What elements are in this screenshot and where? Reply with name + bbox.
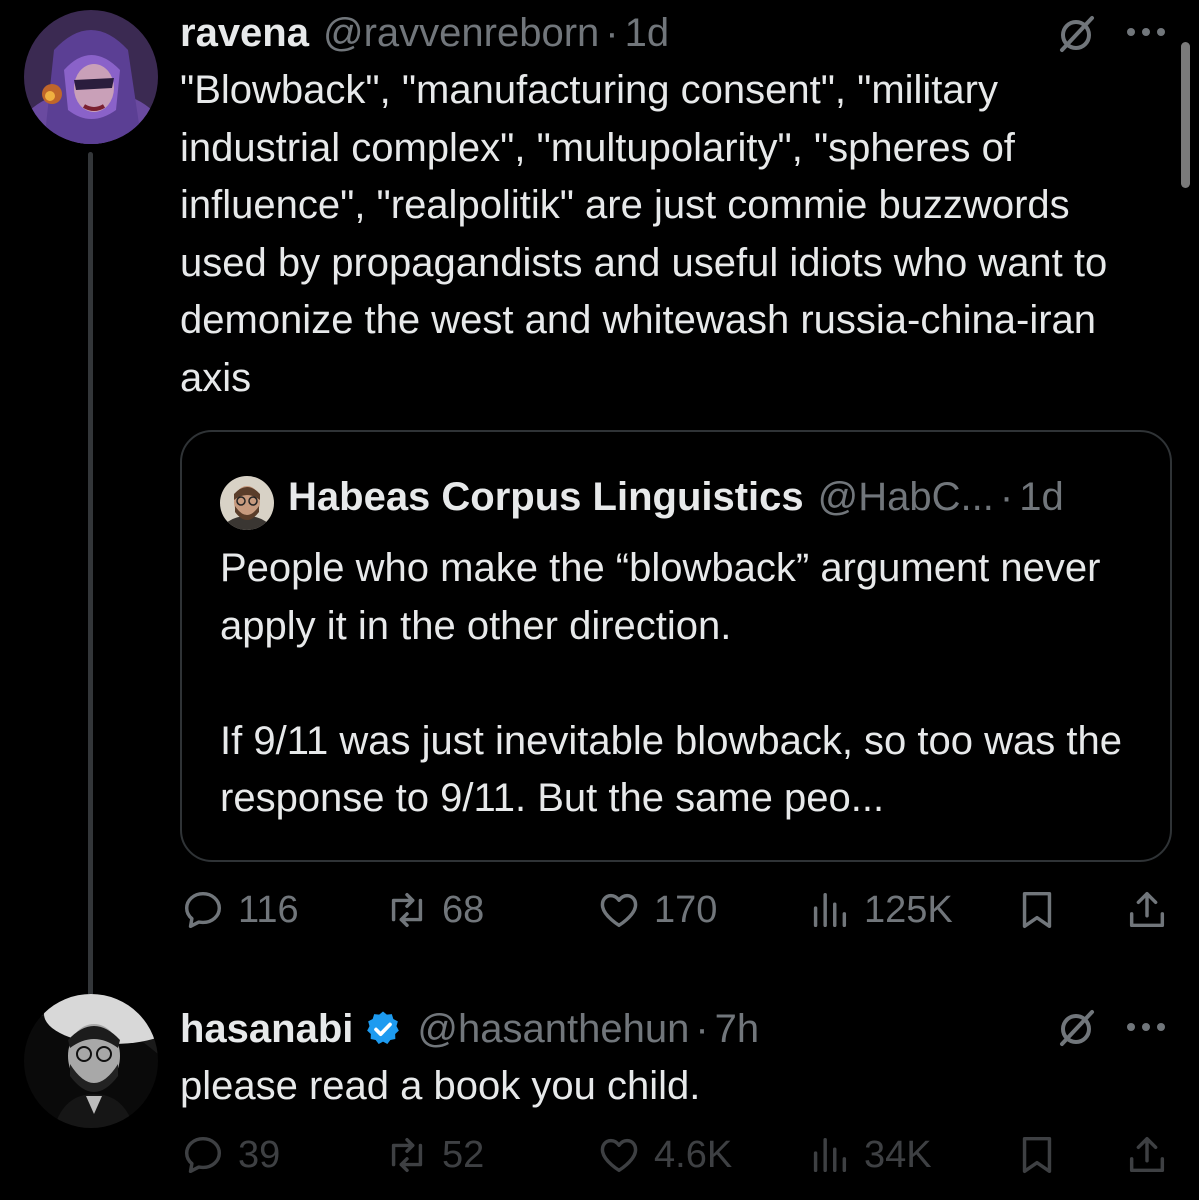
display-name[interactable]: ravena [180,11,309,56]
like-button[interactable]: 4.6K [596,1130,732,1180]
like-button[interactable]: 170 [596,885,717,935]
bar-chart-icon [813,1137,847,1173]
action-bar: 39 52 4.6K 34K [180,1130,1170,1180]
bookmark-button[interactable] [1014,1130,1060,1180]
share-upload-icon [1129,891,1165,928]
quote-display-name[interactable]: Habeas Corpus Linguistics [288,475,804,520]
avatar-ravena[interactable] [24,10,158,144]
reply-count: 116 [238,888,299,931]
views-count: 34K [864,1133,932,1176]
speech-bubble-icon [184,1136,222,1174]
handle[interactable]: @ravvenreborn [323,11,599,56]
avatar-hasanabi[interactable] [24,994,158,1128]
heart-icon [600,893,638,928]
heart-icon [600,1138,638,1173]
grok-icon[interactable] [1056,14,1096,54]
quote-tweet[interactable]: Habeas Corpus Linguistics @HabC... · 1d … [180,430,1172,862]
tweet-text: please read a book you child. [180,1064,701,1108]
separator-dot: · [999,474,1014,519]
thread-line [88,152,93,997]
tweet-text: "Blowback", "manufacturing consent", "mi… [180,68,1108,400]
more-icon[interactable] [1124,1020,1168,1034]
scrollbar[interactable] [1181,42,1190,188]
separator-dot: · [695,1006,709,1051]
quote-handle[interactable]: @HabC... [818,475,994,520]
reply-button[interactable]: 39 [180,1130,280,1180]
quote-text: People who make the “blowback” argument … [220,546,1122,820]
like-count: 170 [654,888,718,931]
like-count: 4.6K [654,1133,733,1176]
views-button[interactable]: 34K [806,1130,932,1180]
retweet-count: 68 [442,888,485,931]
retweet-arrows-icon [391,892,423,928]
share-upload-icon [1129,1136,1165,1173]
reply-button[interactable]: 116 [180,885,299,935]
reply-count: 39 [238,1133,281,1176]
verified-badge-icon[interactable] [363,1009,403,1049]
timestamp[interactable]: 1d [625,11,670,56]
retweet-count: 52 [442,1133,485,1176]
separator-dot: · [605,10,619,55]
handle[interactable]: @hasanthehun [417,1007,689,1052]
retweet-button[interactable]: 68 [384,885,484,935]
views-button[interactable]: 125K [806,885,953,935]
retweet-arrows-icon [391,1137,423,1173]
share-button[interactable] [1124,1130,1170,1180]
views-count: 125K [864,888,953,931]
grok-icon[interactable] [1056,1008,1096,1048]
quote-timestamp[interactable]: 1d [1019,475,1064,520]
tweet-ravena[interactable]: ravena @ravvenreborn · 1d "Blowback", "m… [0,0,1199,997]
share-button[interactable] [1124,885,1170,935]
display-name[interactable]: hasanabi [180,1007,353,1052]
retweet-button[interactable]: 52 [384,1130,484,1180]
bar-chart-icon [813,892,847,928]
timestamp[interactable]: 7h [715,1007,760,1052]
action-bar: 116 68 170 125K [180,885,1170,935]
tweet-header: ravena @ravvenreborn · 1d [180,8,669,58]
bookmark-icon [1022,891,1052,929]
bookmark-icon [1022,1136,1052,1174]
tweet-hasanabi[interactable]: hasanabi @hasanthehun · 7h please read a… [0,990,1199,1200]
speech-bubble-icon [184,891,222,929]
more-icon[interactable] [1124,25,1168,39]
bookmark-button[interactable] [1014,885,1060,935]
quote-header: Habeas Corpus Linguistics @HabC... · 1d [288,472,1064,522]
tweet-header: hasanabi @hasanthehun · 7h [180,1004,759,1054]
avatar-habeas-corpus[interactable] [220,476,274,530]
